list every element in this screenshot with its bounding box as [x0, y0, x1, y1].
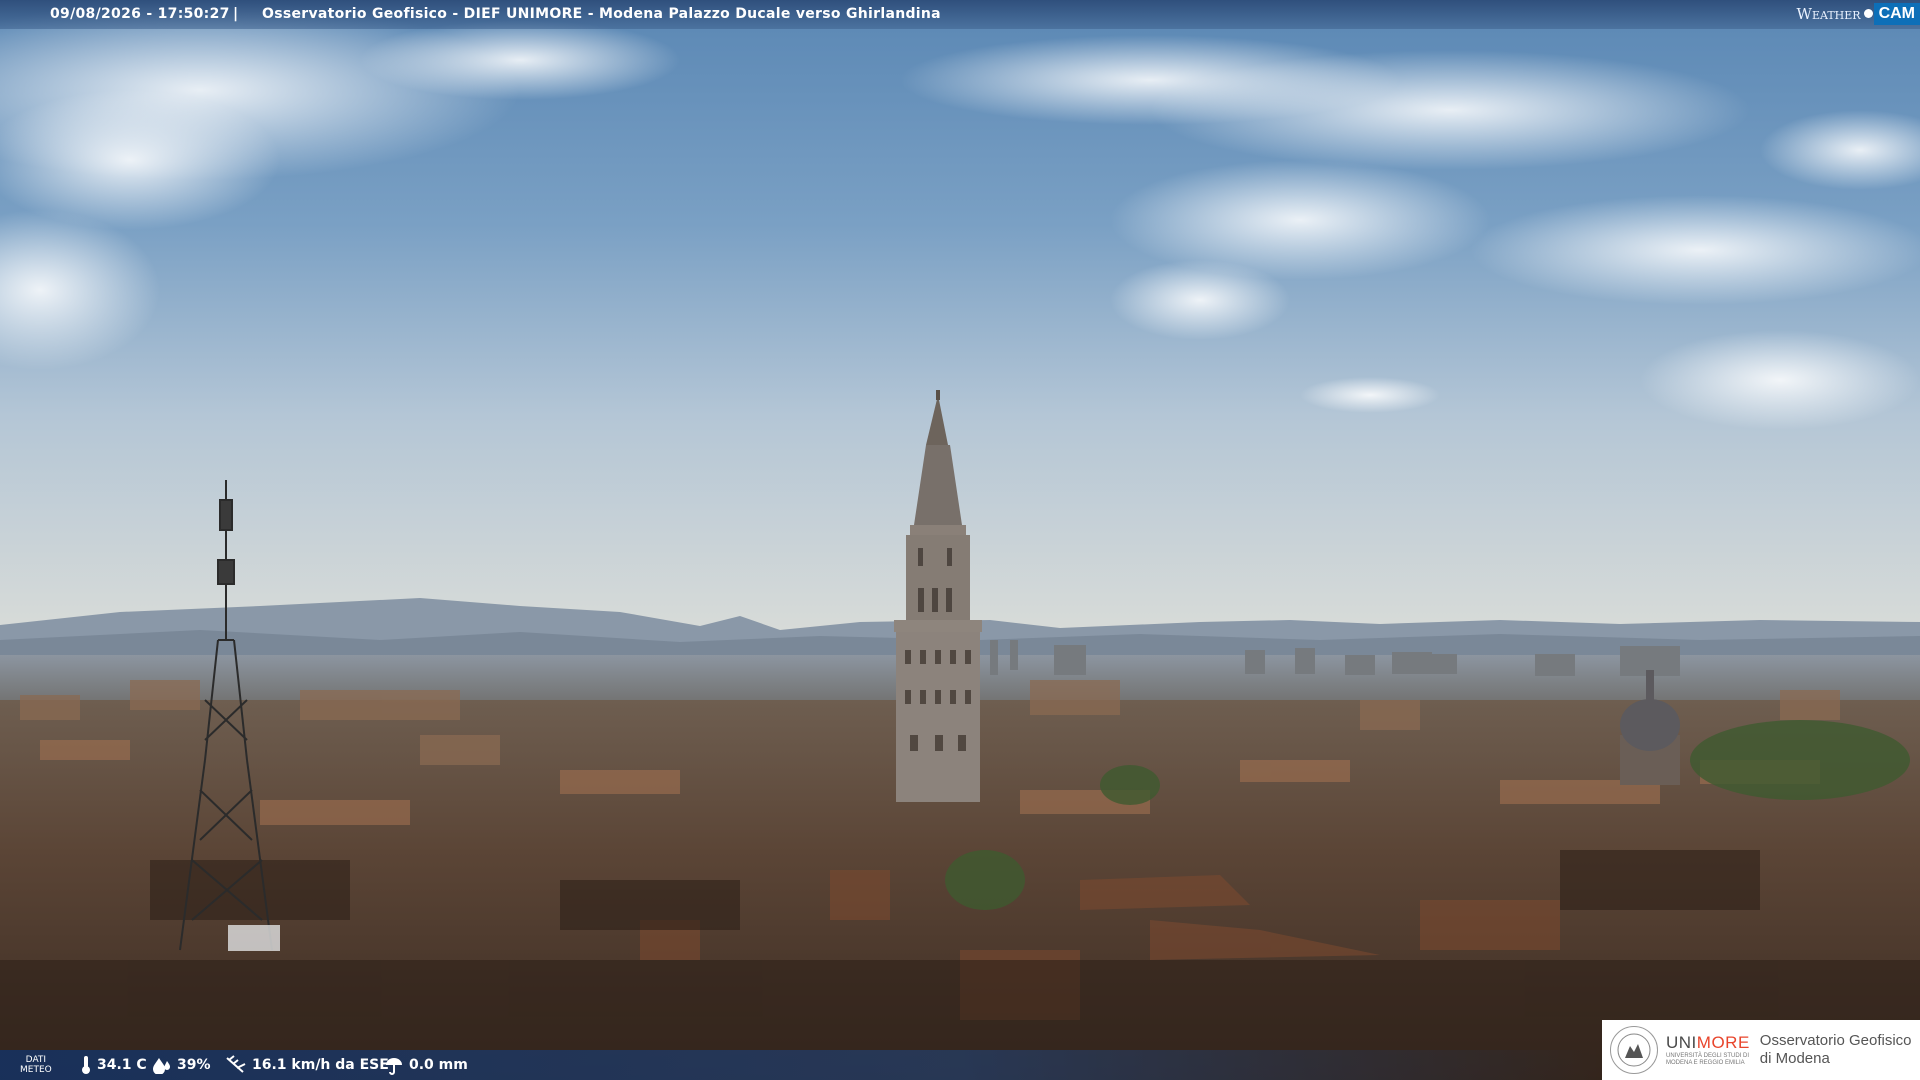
- unimore-subtitle-2: MODENA E REGGIO EMILIA: [1666, 1060, 1745, 1066]
- unimore-name-uni: UNI: [1666, 1033, 1697, 1052]
- wind-icon: [226, 1055, 246, 1073]
- title-separator: |: [233, 6, 239, 22]
- humidity-value: 39%: [177, 1057, 211, 1073]
- meteo-label: DATI METEO: [20, 1055, 52, 1075]
- weather-data-bar: DATI METEO 34.1 C 39% 16.1 km/h da ESE 0…: [0, 1050, 1600, 1080]
- rain-value: 0.0 mm: [409, 1057, 468, 1073]
- brand-cam: CAM: [1873, 2, 1920, 25]
- wind-reading: 16.1 km/h da ESE: [225, 1050, 389, 1080]
- weathercam-brand: Weather CAM: [1797, 0, 1920, 27]
- timestamp: 09/08/2026 - 17:50:27: [50, 6, 230, 22]
- university-seal-icon: [1610, 1026, 1658, 1074]
- unimore-name-more: MORE: [1696, 1033, 1750, 1052]
- webcam-frame: 09/08/2026 - 17:50:27 | Osservatorio Geo…: [0, 0, 1920, 1080]
- temperature-value: 34.1 C: [97, 1057, 147, 1073]
- rain-icon: [386, 1058, 402, 1075]
- top-overlay-bar: 09/08/2026 - 17:50:27 | Osservatorio Geo…: [0, 0, 1920, 29]
- observatory-name-line2: di Modena: [1759, 1050, 1830, 1067]
- rain-reading: 0.0 mm: [384, 1050, 468, 1080]
- thermometer-icon: [82, 1056, 90, 1074]
- humidity-reading: 39%: [152, 1050, 211, 1080]
- unimore-logo: UNIMORE UNIVERSITÀ DEGLI STUDI DI MODENA…: [1602, 1020, 1920, 1080]
- observatory-name-line1: Osservatorio Geofisico: [1759, 1032, 1912, 1049]
- brand-dot-icon: [1863, 9, 1873, 18]
- wind-value: 16.1 km/h da ESE: [252, 1057, 389, 1073]
- brand-weather: Weather: [1796, 4, 1861, 23]
- temperature-reading: 34.1 C: [80, 1050, 147, 1080]
- unimore-subtitle-1: UNIVERSITÀ DEGLI STUDI DI: [1666, 1053, 1750, 1059]
- camera-title: Osservatorio Geofisico - DIEF UNIMORE - …: [262, 6, 941, 22]
- humidity-drop-icon: [153, 1058, 170, 1074]
- webcam-image: [0, 0, 1920, 1080]
